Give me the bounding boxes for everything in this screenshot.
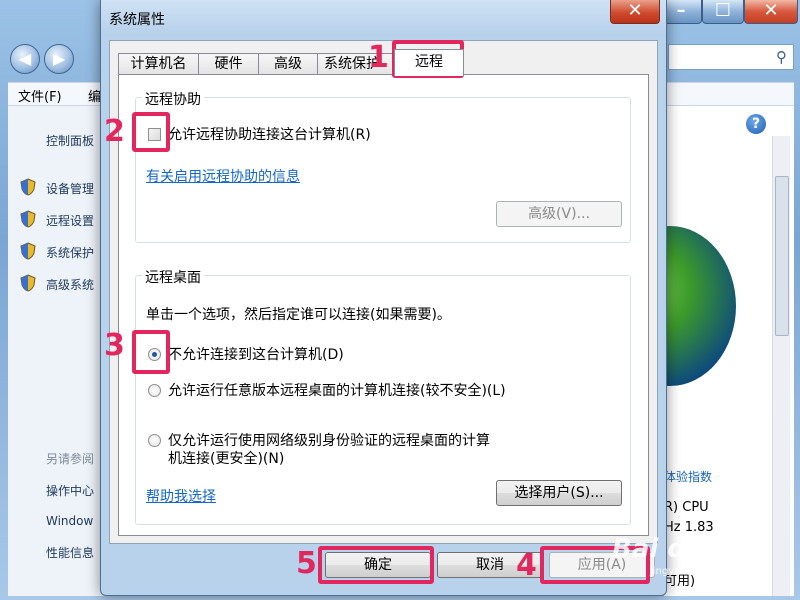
back-button[interactable]: ◀ [10,44,40,74]
sidebar-item-remote-settings[interactable]: 远程设置 [46,212,94,229]
remote-desktop-instruction: 单击一个选项，然后指定谁可以连接(如果需要)。 [146,307,451,323]
processor-value: R) CPU [664,500,709,515]
search-icon[interactable]: ⚲ [776,48,787,66]
remote-assistance-advanced-button[interactable]: 高级(V)... [496,201,622,227]
annotation-box [132,112,170,152]
close-icon: ✕ [627,0,643,21]
close-button[interactable]: ✕ [744,0,798,24]
dialog-body: 计算机名 硬件 高级 系统保护 远程 远程协助 允许远程协助连接这台计算机(R)… [109,40,658,544]
sidebar-item-action-center[interactable]: 操作中心 [46,482,94,499]
windows-logo [664,226,740,396]
remote-desktop-group: 远程桌面 单击一个选项，然后指定谁可以连接(如果需要)。 不允许连接到这台计算机… [135,267,631,525]
shield-icon [20,210,36,228]
help-me-choose-link[interactable]: 帮助我选择 [146,486,216,506]
remote-assistance-title: 远程协助 [142,89,204,109]
maximize-button[interactable]: ☐ [702,0,744,24]
sidebar-item-windows[interactable]: Window [46,514,93,528]
tab-computer-name[interactable]: 计算机名 [118,53,199,75]
sidebar-control-panel-link[interactable]: 控制面板 [46,132,94,149]
dialog-close-button[interactable]: ✕ [610,0,660,24]
baidu-watermark: Bai du 经验 [612,534,766,564]
baidu-watermark-url: jingyan.baidu.com [650,566,743,577]
radio-allow-nla-only-label[interactable]: 仅允许运行使用网络级别身份验证的远程桌面的计算 [168,430,490,450]
annotation-number: 4 [516,548,537,583]
remote-desktop-title: 远程桌面 [142,267,204,287]
annotation-number: 2 [104,114,125,149]
help-icon[interactable]: ? [746,114,766,134]
shield-icon [20,178,36,196]
allow-remote-assistance-label[interactable]: 允许远程协助连接这台计算机(R) [168,124,371,144]
sidebar-see-also-heading: 另请参阅 [46,452,95,466]
annotation-number: 3 [104,328,125,363]
tab-hardware[interactable]: 硬件 [198,53,259,75]
radio-allow-nla-only[interactable] [148,434,161,447]
remote-assistance-info-link[interactable]: 有关启用远程协助的信息 [146,166,300,186]
dialog-titlebar[interactable]: 系统属性 ✕ [101,0,666,36]
scrollbar[interactable] [772,136,790,596]
radio-allow-nla-only-label-line2[interactable]: 机连接(更安全)(N) [168,448,284,468]
system-properties-dialog: 系统属性 ✕ 计算机名 硬件 高级 系统保护 远程 远程协助 允许远程协助连接这… [100,0,667,596]
radio-allow-any-version-label[interactable]: 允许运行任意版本远程桌面的计算机连接(较不安全)(L) [168,380,506,400]
shield-icon [20,274,36,292]
annotation-box [132,330,170,374]
annotation-number: 1 [368,40,389,75]
forward-button[interactable]: ▶ [44,44,74,74]
background-caption-buttons: – ☐ ✕ [660,0,800,26]
select-users-button[interactable]: 选择用户(S)... [496,480,622,506]
remote-tab-page: 远程协助 允许远程协助连接这台计算机(R) 有关启用远程协助的信息 高级(V).… [118,74,649,536]
shield-icon [20,242,36,260]
remote-assistance-group: 远程协助 允许远程协助连接这台计算机(R) 有关启用远程协助的信息 高级(V).… [135,89,631,243]
sidebar-item-device-manager[interactable]: 设备管理 [46,180,94,197]
tab-advanced[interactable]: 高级 [258,53,318,75]
radio-disallow-connections-label[interactable]: 不允许连接到这台计算机(D) [168,344,344,364]
sidebar-item-system-protection[interactable]: 系统保护 [46,244,94,261]
system-info-panel: ? 体验指数 R) CPU Hz 1.83 可用) [664,106,794,596]
experience-index-link[interactable]: 体验指数 [664,468,712,485]
sidebar-item-performance[interactable]: 性能信息 [46,544,94,561]
annotation-box [318,546,434,584]
navigation-buttons: ◀ ▶ [8,44,98,76]
tab-remote[interactable]: 远程 [394,49,464,76]
dialog-title: 系统属性 [109,12,165,28]
menu-file[interactable]: 文件(F) [18,86,62,105]
scroll-thumb[interactable] [775,176,789,336]
annotation-number: 5 [296,546,317,581]
sidebar-item-advanced-system[interactable]: 高级系统 [46,276,94,293]
sidebar: 控制面板 设备管理 远程设置 系统保护 高级系统 另请参阅 操作中心 Windo… [8,106,108,596]
search-box[interactable]: ⚲ [668,44,794,70]
radio-allow-any-version[interactable] [148,384,161,397]
